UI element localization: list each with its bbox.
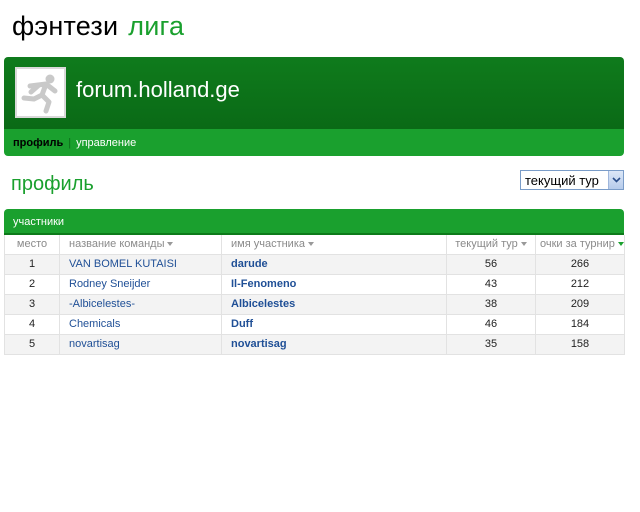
manager-link[interactable]: novartisag <box>221 333 447 355</box>
cell-rank: 1 <box>4 253 60 275</box>
table-row: 1 VAN BOMEL KUTAISI darude 56 266 <box>4 253 625 275</box>
table-row: 5 novartisag novartisag 35 158 <box>4 333 625 355</box>
cell-current-round: 38 <box>446 293 536 315</box>
members-panel: участники место название команды имя уча… <box>4 209 625 355</box>
column-header-rank: место <box>4 235 60 255</box>
column-header-current-round[interactable]: текущий тур <box>446 235 536 255</box>
cell-total-points: 212 <box>535 273 625 295</box>
column-header-total-points[interactable]: очки за турнир <box>535 235 625 255</box>
cell-rank: 3 <box>4 293 60 315</box>
cell-rank: 2 <box>4 273 60 295</box>
team-link[interactable]: novartisag <box>59 333 222 355</box>
cell-total-points: 184 <box>535 313 625 335</box>
manager-link[interactable]: Il-Fenomeno <box>221 273 447 295</box>
table-row: 4 Chemicals Duff 46 184 <box>4 313 625 335</box>
chevron-down-icon[interactable] <box>608 171 623 189</box>
table-header-row: место название команды имя участника тек… <box>4 235 625 255</box>
team-link[interactable]: VAN BOMEL KUTAISI <box>59 253 222 275</box>
column-header-team-label: название команды <box>69 238 165 251</box>
column-header-current-round-label: текущий тур <box>455 238 518 251</box>
period-select[interactable]: текущий тур <box>520 170 624 190</box>
cell-current-round: 35 <box>446 333 536 355</box>
tab-separator: | <box>68 136 72 149</box>
manager-link[interactable]: Duff <box>221 313 447 335</box>
table-row: 2 Rodney Sneijder Il-Fenomeno 43 212 <box>4 273 625 295</box>
cell-current-round: 43 <box>446 273 536 295</box>
column-header-team[interactable]: название команды <box>59 235 222 255</box>
column-header-manager-label: имя участника <box>231 238 305 251</box>
sort-arrow-icon <box>167 242 174 247</box>
site-title: фэнтези лига <box>12 10 184 42</box>
tab-profile[interactable]: профиль <box>13 137 63 149</box>
sort-arrow-active-icon <box>617 242 624 247</box>
period-select-value: текущий тур <box>525 172 599 188</box>
runner-icon <box>15 67 66 118</box>
cell-rank: 5 <box>4 333 60 355</box>
cell-current-round: 56 <box>446 253 536 275</box>
section-title: профиль <box>11 173 94 195</box>
cell-total-points: 266 <box>535 253 625 275</box>
league-name: forum.holland.ge <box>76 77 240 102</box>
site-title-word2: лига <box>128 11 185 41</box>
cell-total-points: 209 <box>535 293 625 315</box>
cell-total-points: 158 <box>535 333 625 355</box>
team-link[interactable]: Chemicals <box>59 313 222 335</box>
cell-current-round: 46 <box>446 313 536 335</box>
table-row: 3 -Albicelestes- Albicelestes 38 209 <box>4 293 625 315</box>
column-header-manager[interactable]: имя участника <box>221 235 447 255</box>
league-box: forum.holland.ge профиль | управление <box>4 57 624 156</box>
column-header-total-points-label: очки за турнир <box>540 238 615 251</box>
sort-arrow-icon <box>308 242 314 247</box>
team-link[interactable]: Rodney Sneijder <box>59 273 222 295</box>
cell-rank: 4 <box>4 313 60 335</box>
manager-link[interactable]: darude <box>221 253 447 275</box>
manager-link[interactable]: Albicelestes <box>221 293 447 315</box>
league-header: forum.holland.ge <box>4 57 624 129</box>
members-title: участники <box>4 209 624 235</box>
members-table: место название команды имя участника тек… <box>4 235 625 355</box>
site-title-word1: фэнтези <box>12 11 119 41</box>
sort-arrow-icon <box>520 242 527 247</box>
league-nav: профиль | управление <box>4 129 624 156</box>
team-link[interactable]: -Albicelestes- <box>59 293 222 315</box>
tab-management[interactable]: управление <box>76 137 136 149</box>
